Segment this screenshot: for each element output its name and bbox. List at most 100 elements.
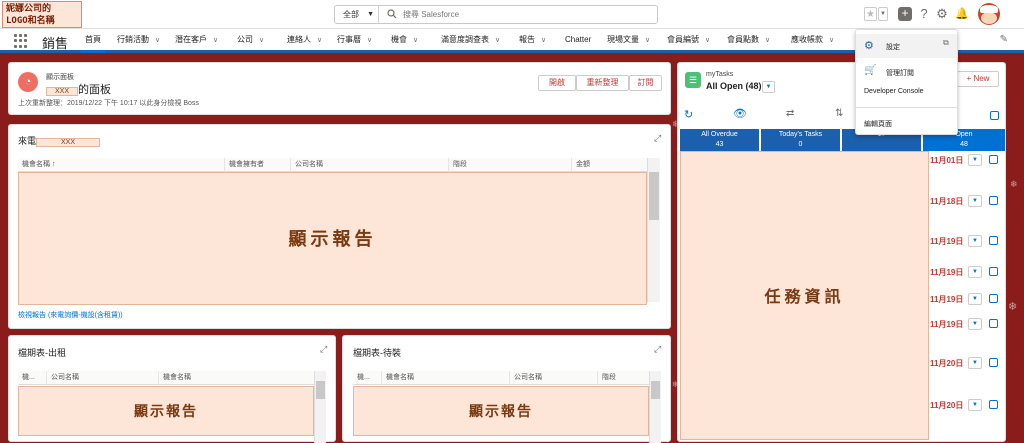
- nav-tab-item[interactable]: 應收帳款 ∨: [786, 29, 838, 50]
- nav-tab-item[interactable]: 現場文量 ∨: [602, 29, 654, 50]
- column-header[interactable]: 機會名稱: [158, 371, 314, 385]
- nav-tab-item[interactable]: 連絡人 ∨: [282, 29, 326, 50]
- chevron-down-icon[interactable]: ∨: [213, 37, 218, 44]
- global-actions-plus-icon[interactable]: +: [898, 7, 912, 21]
- nav-tab-item[interactable]: 滿意度調查表 ∨: [436, 29, 504, 50]
- scrollbar-thumb[interactable]: [649, 172, 659, 220]
- column-header[interactable]: 階段: [597, 371, 649, 385]
- column-header[interactable]: 公司名稱: [46, 371, 158, 385]
- menu-item-manage-subscriptions[interactable]: 🛒 管理訂閱: [856, 62, 957, 82]
- column-header[interactable]: 公司名稱: [290, 158, 448, 172]
- task-checkbox[interactable]: [989, 294, 998, 303]
- task-actions-dropdown[interactable]: ▼: [968, 154, 982, 166]
- nav-tab-label: 潛在客戶: [175, 35, 207, 44]
- nav-tab-item[interactable]: 報告 ∨: [514, 29, 550, 50]
- app-launcher-icon[interactable]: [14, 34, 28, 48]
- menu-item-developer-console[interactable]: Developer Console: [864, 88, 924, 95]
- column-header[interactable]: 公司名稱: [509, 371, 597, 385]
- task-checkbox[interactable]: [989, 267, 998, 276]
- chevron-down-icon[interactable]: ∨: [413, 37, 418, 44]
- column-header[interactable]: 機會名稱: [381, 371, 509, 385]
- edit-nav-pencil-icon[interactable]: ✎: [1000, 34, 1008, 45]
- refresh-icon[interactable]: ↻: [684, 108, 693, 121]
- help-icon[interactable]: ?: [916, 6, 932, 22]
- chevron-down-icon[interactable]: ∨: [705, 37, 710, 44]
- task-actions-dropdown[interactable]: ▼: [968, 318, 982, 330]
- report-scrollbar[interactable]: [649, 371, 661, 443]
- snowflake-decoration: ❄: [1010, 180, 1018, 190]
- chevron-down-icon[interactable]: ∨: [317, 37, 322, 44]
- nav-tab-item[interactable]: 公司 ∨: [232, 29, 268, 50]
- task-checkbox[interactable]: [989, 196, 998, 205]
- search-input[interactable]: [403, 7, 643, 22]
- column-header[interactable]: 機會擁有者: [224, 158, 290, 172]
- chevron-down-icon[interactable]: ∨: [367, 37, 372, 44]
- new-task-button[interactable]: + New: [957, 71, 999, 87]
- task-checkbox[interactable]: [989, 358, 998, 367]
- task-checkbox[interactable]: [989, 155, 998, 164]
- refresh-button[interactable]: 重新整理: [576, 75, 629, 91]
- task-info-placeholder: 任務資訊: [680, 151, 929, 440]
- nav-tab-item[interactable]: 首頁: [80, 29, 105, 53]
- nav-tab-item[interactable]: 行銷活動 ∨: [112, 29, 164, 50]
- chevron-down-icon[interactable]: ∨: [155, 37, 160, 44]
- menu-item-edit-page[interactable]: 編輯頁面: [864, 119, 892, 129]
- eye-icon[interactable]: 👁: [733, 107, 747, 120]
- tab-label: Today's Tasks: [778, 131, 823, 138]
- expand-icon[interactable]: ⤢: [654, 133, 661, 144]
- task-actions-dropdown[interactable]: ▼: [968, 293, 982, 305]
- task-checkbox[interactable]: [989, 236, 998, 245]
- task-actions-dropdown[interactable]: ▼: [968, 357, 982, 369]
- nav-tab-label: 滿意度調查表: [441, 35, 489, 44]
- chevron-down-icon[interactable]: ∨: [645, 37, 650, 44]
- chevron-down-icon[interactable]: ∨: [765, 37, 770, 44]
- nav-tab-item[interactable]: 會員編號 ∨: [662, 29, 714, 50]
- chevron-down-icon[interactable]: ∨: [829, 37, 834, 44]
- report-scrollbar[interactable]: [647, 158, 660, 302]
- scrollbar-thumb[interactable]: [316, 381, 325, 399]
- tab-todays-tasks[interactable]: Today's Tasks 0: [761, 129, 840, 151]
- view-report-link[interactable]: 檢視報告 (來電詢價-機設(含租賃)): [18, 310, 123, 320]
- expand-icon[interactable]: ⤢: [654, 344, 661, 355]
- favorites-star-icon[interactable]: ★: [864, 7, 877, 21]
- nav-tab-item[interactable]: 機會 ∨: [386, 29, 422, 50]
- column-header[interactable]: 機...: [18, 371, 46, 385]
- column-header[interactable]: 機...: [353, 371, 381, 385]
- chevron-down-icon[interactable]: ∨: [541, 37, 546, 44]
- nav-tab-item[interactable]: 行事曆 ∨: [332, 29, 376, 50]
- nav-tab-item[interactable]: 會員點數 ∨: [722, 29, 774, 50]
- menu-item-setup[interactable]: ⚙ 設定 ⧉: [856, 34, 957, 58]
- column-header[interactable]: 金額: [571, 158, 647, 172]
- task-checkbox[interactable]: [989, 400, 998, 409]
- subscribe-button[interactable]: 訂閱: [629, 75, 662, 91]
- chevron-down-icon[interactable]: ∨: [495, 37, 500, 44]
- report-title: 來電 XXX: [18, 134, 101, 147]
- tab-all-overdue[interactable]: All Overdue 43: [680, 129, 759, 151]
- column-header[interactable]: 階段: [448, 158, 571, 172]
- task-checkbox[interactable]: [989, 319, 998, 328]
- column-header[interactable]: 機會名稱 ↑: [18, 158, 224, 172]
- expand-icon[interactable]: ⤢: [320, 344, 327, 355]
- tasks-filter-dropdown[interactable]: ▼: [762, 81, 775, 93]
- nav-tab-item[interactable]: 潛在客戶 ∨: [170, 29, 222, 50]
- avatar[interactable]: [978, 3, 1000, 25]
- nav-tab-item[interactable]: Chatter: [560, 29, 595, 50]
- reassign-icon[interactable]: ⇄: [786, 108, 794, 119]
- report-title-prefix: 來電: [18, 136, 37, 146]
- global-search: 全部 ▼: [334, 5, 658, 24]
- task-actions-dropdown[interactable]: ▼: [968, 266, 982, 278]
- report-scrollbar[interactable]: [314, 371, 326, 443]
- search-scope-select[interactable]: 全部 ▼: [335, 6, 379, 23]
- task-actions-dropdown[interactable]: ▼: [968, 399, 982, 411]
- notifications-bell-icon[interactable]: 🔔: [954, 6, 970, 22]
- task-actions-dropdown[interactable]: ▼: [968, 195, 982, 207]
- setup-gear-icon[interactable]: ⚙: [934, 6, 950, 22]
- select-all-checkbox[interactable]: [990, 111, 999, 120]
- open-button[interactable]: 開啟: [538, 75, 576, 91]
- task-actions-dropdown[interactable]: ▼: [968, 235, 982, 247]
- swap-icon[interactable]: ⇅: [835, 108, 843, 119]
- favorites-dropdown-icon[interactable]: ▼: [878, 7, 888, 21]
- scrollbar-thumb[interactable]: [651, 381, 660, 399]
- chevron-down-icon[interactable]: ∨: [259, 37, 264, 44]
- search-scope-label: 全部: [343, 10, 359, 19]
